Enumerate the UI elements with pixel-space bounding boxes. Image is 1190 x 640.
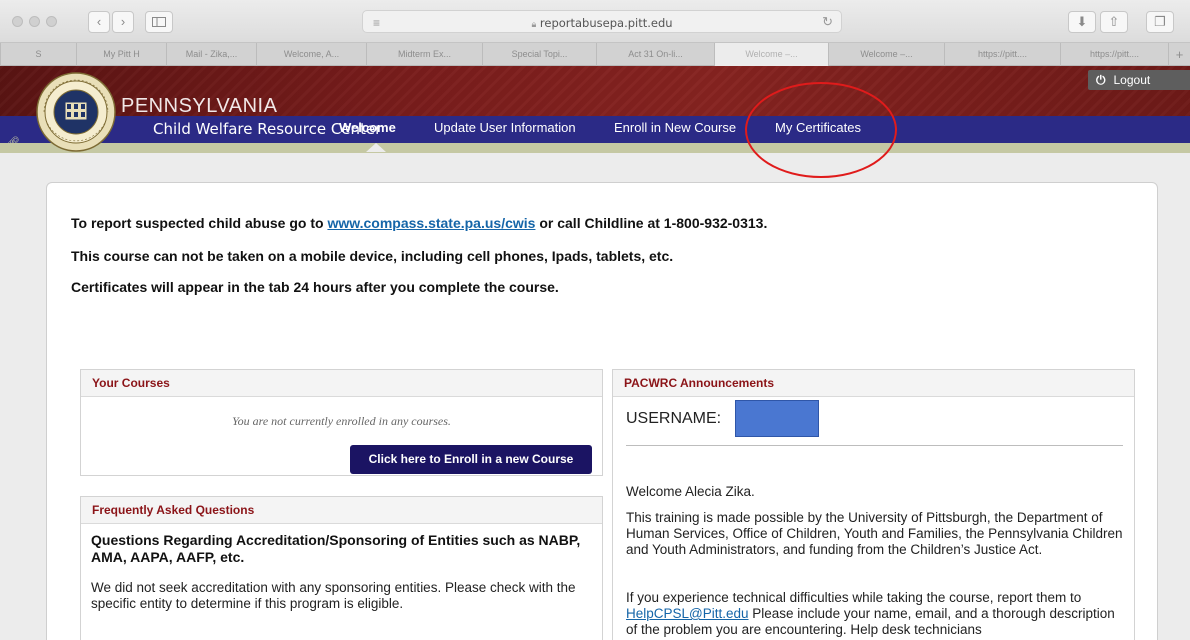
download-icon: ⬇ xyxy=(1076,14,1088,29)
browser-tab[interactable]: Special Topi... xyxy=(482,43,596,66)
tab-bar: S My Pitt H Mail - Zika,... Welcome, A..… xyxy=(0,42,1190,66)
browser-tab[interactable]: Midterm Ex... xyxy=(366,43,482,66)
nav-enroll-in-new-course[interactable]: Enroll in New Course xyxy=(614,120,736,135)
faq-title: Frequently Asked Questions xyxy=(81,497,602,524)
helpdesk-email-link[interactable]: HelpCPSL@Pitt.edu xyxy=(626,606,749,621)
zoom-window-button[interactable] xyxy=(46,16,57,27)
browser-tab[interactable]: My Pitt H xyxy=(76,43,166,66)
browser-tab[interactable]: https://pitt.... xyxy=(1060,43,1168,66)
minimize-window-button[interactable] xyxy=(29,16,40,27)
brand-title: PENNSYLVANIA xyxy=(121,95,278,117)
browser-tab[interactable]: Act 31 On-li... xyxy=(596,43,714,66)
active-tab-indicator xyxy=(366,143,386,152)
chevron-left-icon: ‹ xyxy=(96,14,102,29)
nav-my-certificates[interactable]: My Certificates xyxy=(775,120,861,135)
your-courses-panel: Your Courses You are not currently enrol… xyxy=(80,369,603,476)
username-label: USERNAME: xyxy=(626,410,722,427)
browser-tab[interactable]: Welcome –... xyxy=(828,43,944,66)
your-courses-title: Your Courses xyxy=(81,370,602,397)
new-tab-button[interactable]: + xyxy=(1168,43,1190,66)
sidebar-toggle-button[interactable] xyxy=(145,11,173,33)
username-redaction xyxy=(735,400,819,437)
browser-tab[interactable]: Mail - Zika,... xyxy=(166,43,256,66)
share-icon: ⇧ xyxy=(1108,14,1120,29)
tabs-icon: ❐ xyxy=(1154,14,1166,29)
lock-icon: 🔒︎ xyxy=(531,20,537,30)
nav-update-user-information[interactable]: Update User Information xyxy=(434,120,576,135)
announcements-title: PACWRC Announcements xyxy=(613,370,1134,397)
browser-tab[interactable]: S xyxy=(0,43,76,66)
enroll-new-course-button[interactable]: Click here to Enroll in a new Course xyxy=(350,445,592,474)
share-button[interactable]: ⇧ xyxy=(1100,11,1128,33)
back-button[interactable]: ‹ xyxy=(88,11,110,33)
university-seal-logo xyxy=(36,72,116,152)
tech-support-info: If you experience technical difficulties… xyxy=(626,590,1115,637)
forward-button[interactable]: › xyxy=(112,11,134,33)
logout-button[interactable]: ⏻ Logout xyxy=(1088,70,1190,90)
compass-link[interactable]: www.compass.state.pa.us/cwis xyxy=(327,215,535,231)
browser-toolbar: ‹ › ≡ 🔒︎ reportabusepa.pitt.edu ↻ ⬇ ⇧ ❐ xyxy=(0,0,1190,42)
mobile-device-notice: This course can not be taken on a mobile… xyxy=(71,248,674,264)
address-bar[interactable]: ≡ 🔒︎ reportabusepa.pitt.edu ↻ xyxy=(362,10,842,33)
downloads-button[interactable]: ⬇ xyxy=(1068,11,1096,33)
welcome-message: Welcome Alecia Zika. xyxy=(626,484,755,499)
browser-tab-active[interactable]: Welcome –... xyxy=(714,43,828,66)
address-url: 🔒︎ reportabusepa.pitt.edu xyxy=(531,16,673,30)
link-icon: 🔗︎ xyxy=(6,137,20,149)
faq-question: Questions Regarding Accreditation/Sponso… xyxy=(91,532,581,565)
browser-tab[interactable]: Welcome, A... xyxy=(256,43,366,66)
no-courses-message: You are not currently enrolled in any co… xyxy=(232,414,451,428)
tab-overview-button[interactable]: ❐ xyxy=(1146,11,1174,33)
faq-panel: Frequently Asked Questions xyxy=(80,496,603,640)
announcement-divider xyxy=(626,445,1123,446)
browser-tab[interactable]: https://pitt.... xyxy=(944,43,1060,66)
faq-answer: We did not seek accreditation with any s… xyxy=(91,580,576,611)
nav-welcome[interactable]: Welcome xyxy=(339,120,396,135)
certificates-notice: Certificates will appear in the tab 24 h… xyxy=(71,279,559,295)
reload-icon[interactable]: ↻ xyxy=(822,14,833,30)
header-accent-strip xyxy=(0,143,1190,153)
report-abuse-notice: To report suspected child abuse go to ww… xyxy=(71,215,768,231)
sidebar-icon xyxy=(152,17,166,27)
chevron-right-icon: › xyxy=(120,14,126,29)
power-icon: ⏻ xyxy=(1096,73,1106,87)
training-info: This training is made possible by the Un… xyxy=(626,510,1123,557)
close-window-button[interactable] xyxy=(12,16,23,27)
